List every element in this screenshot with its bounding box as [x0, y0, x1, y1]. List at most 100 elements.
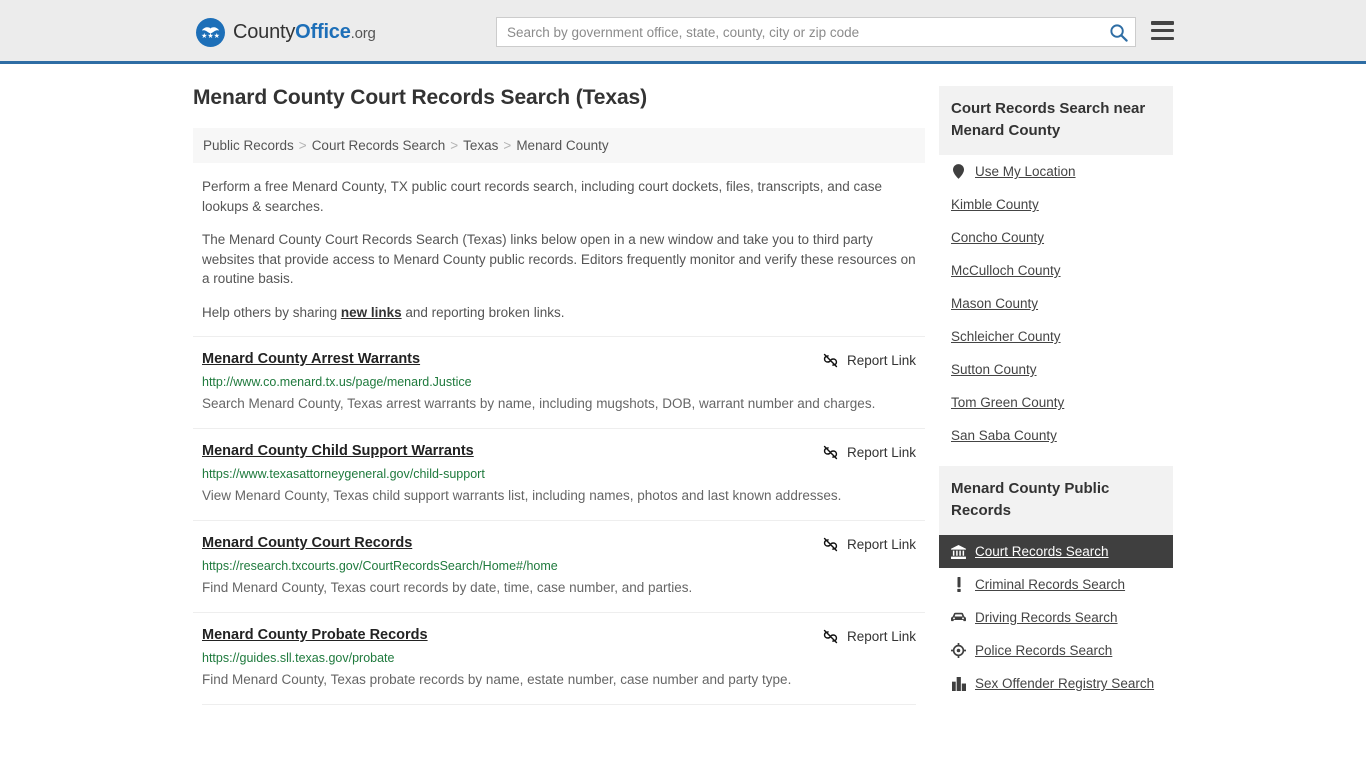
list-item: Court Records Search	[939, 535, 1173, 568]
result-url[interactable]: https://research.txcourts.gov/CourtRecor…	[202, 559, 916, 573]
badge-stars: ★★★	[201, 33, 220, 40]
sidebar-item-label: Concho County	[951, 230, 1045, 245]
new-links-link[interactable]: new links	[341, 305, 402, 320]
sidebar-item-sex-offender-registry-search[interactable]: Sex Offender Registry Search	[939, 667, 1173, 700]
public-records-panel: Menard County Public Records Court Recor…	[939, 466, 1173, 700]
sidebar-item-criminal-records-search[interactable]: Criminal Records Search	[939, 568, 1173, 601]
page-body: Menard County Court Records Search (Texa…	[0, 64, 1366, 705]
sidebar-item-sutton-county[interactable]: Sutton County	[939, 353, 1173, 386]
broken-link-icon	[823, 537, 838, 552]
sidebar-item-label: Schleicher County	[951, 329, 1061, 344]
buildings-icon	[951, 676, 966, 691]
breadcrumb-separator-1: >	[298, 138, 307, 153]
search-icon	[1109, 23, 1128, 42]
page-title: Menard County Court Records Search (Texa…	[193, 86, 648, 109]
broken-link-icon	[823, 629, 838, 644]
sidebar-item-driving-records-search[interactable]: Driving Records Search	[939, 601, 1173, 634]
nearby-county-list: Use My Location Kimble County Concho Cou…	[939, 155, 1173, 452]
content-container: Menard County Court Records Search (Texa…	[193, 64, 1173, 705]
sidebar-item-san-saba-county[interactable]: San Saba County	[939, 419, 1173, 452]
car-icon	[951, 612, 966, 623]
result-title-link[interactable]: Menard County Court Records	[202, 535, 412, 551]
search-button[interactable]	[1101, 18, 1135, 46]
sidebar-item-label: Criminal Records Search	[975, 577, 1126, 592]
breadcrumb: Public Records > Court Records Search > Texa…	[193, 128, 925, 163]
report-link-label: Report Link	[846, 353, 916, 368]
sidebar-item-police-records-search[interactable]: Police Records Search	[939, 634, 1173, 667]
search-input[interactable]	[497, 18, 1101, 46]
result-header: Menard County Child Support Warrants Rep…	[202, 443, 916, 461]
result-item: Menard County Arrest Warrants Report Lin…	[193, 336, 925, 428]
result-description: Find Menard County, Texas probate record…	[202, 672, 792, 687]
report-link-button[interactable]: Report Link	[822, 535, 916, 553]
breadcrumb-separator-2: >	[450, 138, 459, 153]
main-column: Menard County Court Records Search (Texa…	[193, 86, 925, 705]
hamburger-bar-2	[1151, 28, 1174, 33]
result-header: Menard County Probate Records Report Lin…	[202, 627, 916, 645]
breadcrumb-item-menard-county: Menard County	[516, 138, 609, 153]
list-item: Mason County	[939, 287, 1173, 320]
nearby-searches-panel: Court Records Search near Menard County …	[939, 86, 1173, 452]
list-item: Concho County	[939, 221, 1173, 254]
sidebar-item-mason-county[interactable]: Mason County	[939, 287, 1173, 320]
sidebar-item-label: San Saba County	[951, 428, 1057, 443]
sidebar-item-use-my-location[interactable]: Use My Location	[939, 155, 1173, 188]
hamburger-menu-button[interactable]	[1151, 21, 1174, 40]
public-records-list: Court Records Search Criminal Records Se…	[939, 535, 1173, 700]
intro-p3-after: and reporting broken links.	[401, 304, 565, 320]
results-bottom-divider	[202, 704, 916, 705]
report-link-label: Report Link	[846, 629, 916, 644]
nearby-panel-heading: Court Records Search near Menard County	[939, 86, 1173, 155]
sidebar-item-label: Tom Green County	[951, 395, 1065, 410]
sidebar-item-label: McCulloch County	[951, 263, 1061, 278]
report-link-label: Report Link	[846, 537, 916, 552]
report-link-button[interactable]: Report Link	[822, 443, 916, 461]
list-item: Use My Location	[939, 155, 1173, 188]
list-item: San Saba County	[939, 419, 1173, 452]
result-url[interactable]: https://www.texasattorneygeneral.gov/chi…	[202, 467, 916, 481]
report-link-button[interactable]: Report Link	[822, 351, 916, 369]
sidebar-item-mcculloch-county[interactable]: McCulloch County	[939, 254, 1173, 287]
brand-part2: Office	[295, 21, 351, 43]
result-header: Menard County Arrest Warrants Report Lin…	[202, 351, 916, 369]
result-title-link[interactable]: Menard County Arrest Warrants	[202, 351, 420, 367]
result-item: Menard County Court Records Report Link …	[193, 520, 925, 612]
intro-paragraph-3: Help others by sharing new links and rep…	[193, 303, 925, 323]
sidebar-item-label: Court Records Search	[975, 544, 1109, 559]
hamburger-bar-1	[1151, 21, 1174, 25]
result-header: Menard County Court Records Report Link	[202, 535, 916, 553]
list-item: Driving Records Search	[939, 601, 1173, 634]
courthouse-icon	[951, 544, 966, 559]
map-pin-icon	[951, 164, 966, 179]
sidebar-item-concho-county[interactable]: Concho County	[939, 221, 1173, 254]
sidebar-item-schleicher-county[interactable]: Schleicher County	[939, 320, 1173, 353]
sidebar-item-kimble-county[interactable]: Kimble County	[939, 188, 1173, 221]
sidebar-item-tom-green-county[interactable]: Tom Green County	[939, 386, 1173, 419]
list-item: Criminal Records Search	[939, 568, 1173, 601]
result-description: View Menard County, Texas child support …	[202, 488, 842, 503]
breadcrumb-item-court-records-search[interactable]: Court Records Search	[312, 138, 446, 153]
breadcrumb-item-texas[interactable]: Texas	[463, 138, 498, 153]
site-logo[interactable]: ★★★ CountyOffice.org	[196, 18, 376, 47]
report-link-label: Report Link	[846, 445, 916, 460]
brand-part1: County	[233, 21, 296, 43]
list-item: Sutton County	[939, 353, 1173, 386]
sidebar-item-court-records-search[interactable]: Court Records Search	[939, 535, 1173, 568]
breadcrumb-separator-3: >	[503, 138, 512, 153]
broken-link-icon	[823, 353, 838, 368]
result-url[interactable]: https://guides.sll.texas.gov/probate	[202, 651, 916, 665]
result-description: Search Menard County, Texas arrest warra…	[202, 396, 876, 411]
sidebar-item-label: Use My Location	[975, 164, 1076, 179]
report-link-button[interactable]: Report Link	[822, 627, 916, 645]
search-bar	[496, 17, 1136, 47]
exclamation-icon	[951, 577, 966, 592]
hamburger-bar-3	[1151, 36, 1174, 40]
sidebar-item-label: Kimble County	[951, 197, 1039, 212]
list-item: McCulloch County	[939, 254, 1173, 287]
result-title-link[interactable]: Menard County Child Support Warrants	[202, 443, 474, 459]
breadcrumb-item-public-records[interactable]: Public Records	[203, 138, 294, 153]
public-records-panel-heading: Menard County Public Records	[939, 466, 1173, 535]
sidebar-item-label: Sex Offender Registry Search	[975, 676, 1155, 691]
result-title-link[interactable]: Menard County Probate Records	[202, 627, 428, 643]
result-url[interactable]: http://www.co.menard.tx.us/page/menard.J…	[202, 375, 916, 389]
